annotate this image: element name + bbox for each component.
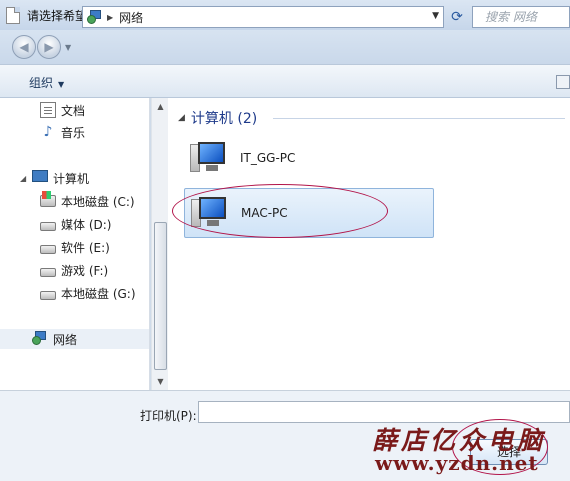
group-header-label: 计算机 (2) — [190, 111, 258, 127]
back-button[interactable]: ◀ — [12, 35, 36, 59]
group-divider — [273, 118, 565, 119]
expand-computer-icon[interactable]: ◢ — [20, 174, 26, 183]
sidebar-item-label: 文档 — [61, 103, 86, 118]
annotation-ellipse — [172, 184, 388, 238]
network-icon — [87, 10, 103, 24]
network-icon — [32, 331, 48, 347]
drive-icon — [40, 222, 56, 231]
toolbar: 组织 ▼ — [0, 64, 570, 98]
sidebar-item-label: 本地磁盘 (C:) — [61, 194, 135, 209]
chevron-down-icon: ▼ — [58, 80, 65, 89]
scroll-thumb[interactable] — [154, 222, 167, 370]
view-options-button[interactable] — [556, 75, 570, 89]
nav-scrollbar[interactable]: ▲ ▼ — [151, 98, 168, 390]
computer-icon — [190, 140, 226, 176]
breadcrumb-separator-icon[interactable]: ▶ — [107, 13, 113, 22]
organize-button[interactable]: 组织 ▼ — [29, 74, 64, 91]
scroll-down-icon[interactable]: ▼ — [152, 373, 169, 390]
content-pane: ◢ 计算机 (2) IT_GG-PC MAC-PC — [168, 98, 570, 390]
forward-button[interactable]: ▶ — [37, 35, 61, 59]
navigation-pane: 文档 ♪ 音乐 ◢ 计算机 本地磁盘 (C:) 媒体 (D:) 软件 (E:) … — [0, 98, 150, 390]
sidebar-item-drive-g[interactable]: 本地磁盘 (G:) — [40, 283, 136, 303]
document-icon — [6, 6, 20, 24]
drive-icon — [40, 291, 56, 300]
organize-label: 组织 — [29, 76, 54, 90]
computer-name: IT_GG-PC — [240, 151, 296, 165]
sidebar-item-label: 本地磁盘 (G:) — [61, 286, 136, 301]
sidebar-item-network[interactable]: 网络 — [0, 329, 149, 349]
sidebar-item-drive-e[interactable]: 软件 (E:) — [40, 237, 110, 257]
search-input[interactable]: 搜索 网络 — [472, 6, 570, 28]
music-icon: ♪ — [43, 124, 53, 140]
sidebar-item-label: 媒体 (D:) — [61, 217, 112, 232]
computer-item-it-gg-pc[interactable]: IT_GG-PC — [184, 133, 434, 183]
history-dropdown-icon[interactable]: ▼ — [65, 43, 71, 52]
drive-icon — [40, 268, 56, 277]
sidebar-item-drive-f[interactable]: 游戏 (F:) — [40, 260, 108, 280]
group-header[interactable]: ◢ 计算机 (2) — [178, 108, 257, 128]
windows-drive-icon — [40, 191, 56, 207]
drive-icon — [40, 245, 56, 254]
sidebar-item-computer[interactable]: 计算机 — [32, 168, 89, 188]
sidebar-item-label: 计算机 — [53, 171, 90, 186]
breadcrumb-network[interactable]: 网络 — [119, 9, 143, 26]
address-bar[interactable]: ▶ 网络 ▼ — [82, 6, 444, 28]
sidebar-item-label: 游戏 (F:) — [61, 263, 109, 278]
address-row: ◀ ▶ ▼ — [0, 30, 570, 64]
scroll-up-icon[interactable]: ▲ — [152, 98, 169, 115]
computer-icon — [32, 170, 48, 182]
address-dropdown-icon[interactable]: ▼ — [432, 11, 439, 21]
sidebar-item-documents[interactable]: 文档 — [40, 100, 85, 120]
sidebar-item-music[interactable]: ♪ 音乐 — [40, 122, 85, 142]
watermark-url: www.yzdn.net — [375, 451, 539, 475]
sidebar-item-label: 网络 — [53, 332, 78, 347]
document-icon — [40, 102, 56, 118]
refresh-icon[interactable]: ⟳ — [448, 9, 466, 25]
bottom-panel: 打印机(P): 选择 薛店亿众电脑 www.yzdn.net — [0, 390, 570, 481]
collapse-icon[interactable]: ◢ — [178, 113, 185, 123]
sidebar-item-label: 音乐 — [61, 125, 86, 140]
sidebar-item-drive-c[interactable]: 本地磁盘 (C:) — [40, 191, 135, 211]
sidebar-item-label: 软件 (E:) — [61, 240, 110, 255]
sidebar-item-drive-d[interactable]: 媒体 (D:) — [40, 214, 111, 234]
printer-label: 打印机(P): — [140, 409, 197, 423]
